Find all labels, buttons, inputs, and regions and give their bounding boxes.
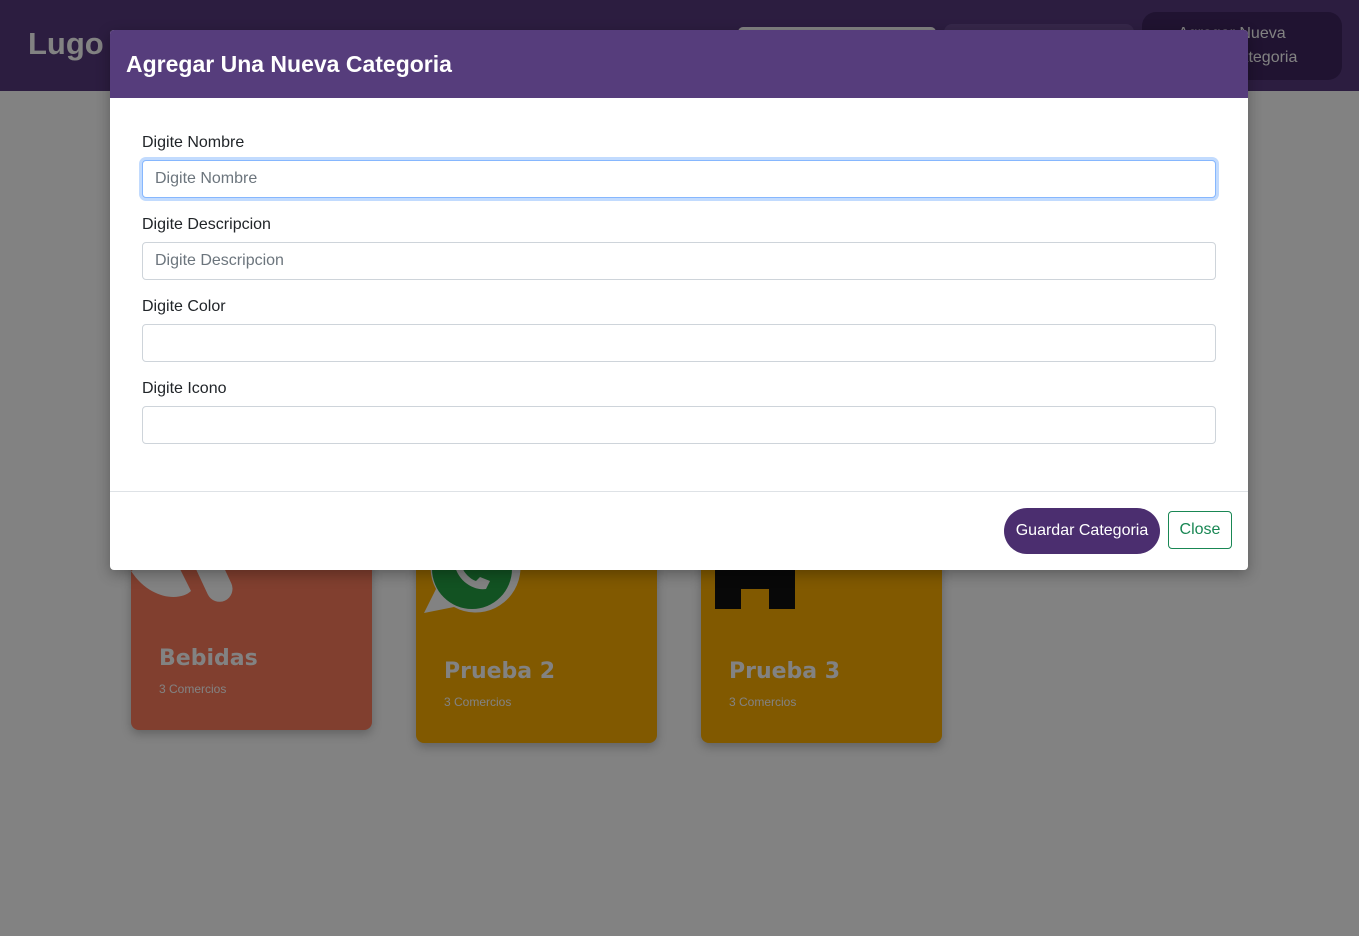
save-category-button[interactable]: Guardar Categoria [1004,508,1160,554]
icono-label: Digite Icono [142,380,227,397]
color-input[interactable] [142,324,1216,362]
modal-title: Agregar Una Nueva Categoria [126,50,452,77]
icono-input[interactable] [142,406,1216,444]
descripcion-input[interactable] [142,242,1216,280]
modal-header: Agregar Una Nueva Categoria [110,30,1248,98]
nombre-input[interactable] [142,160,1216,198]
add-category-modal: Agregar Una Nueva Categoria Digite Nombr… [110,30,1248,570]
modal-body: Digite Nombre Digite Descripcion Digite … [110,98,1248,491]
descripcion-label: Digite Descripcion [142,216,271,233]
nombre-label: Digite Nombre [142,134,245,151]
close-button[interactable]: Close [1168,511,1232,549]
color-label: Digite Color [142,298,226,315]
modal-footer-divider [110,491,1248,492]
